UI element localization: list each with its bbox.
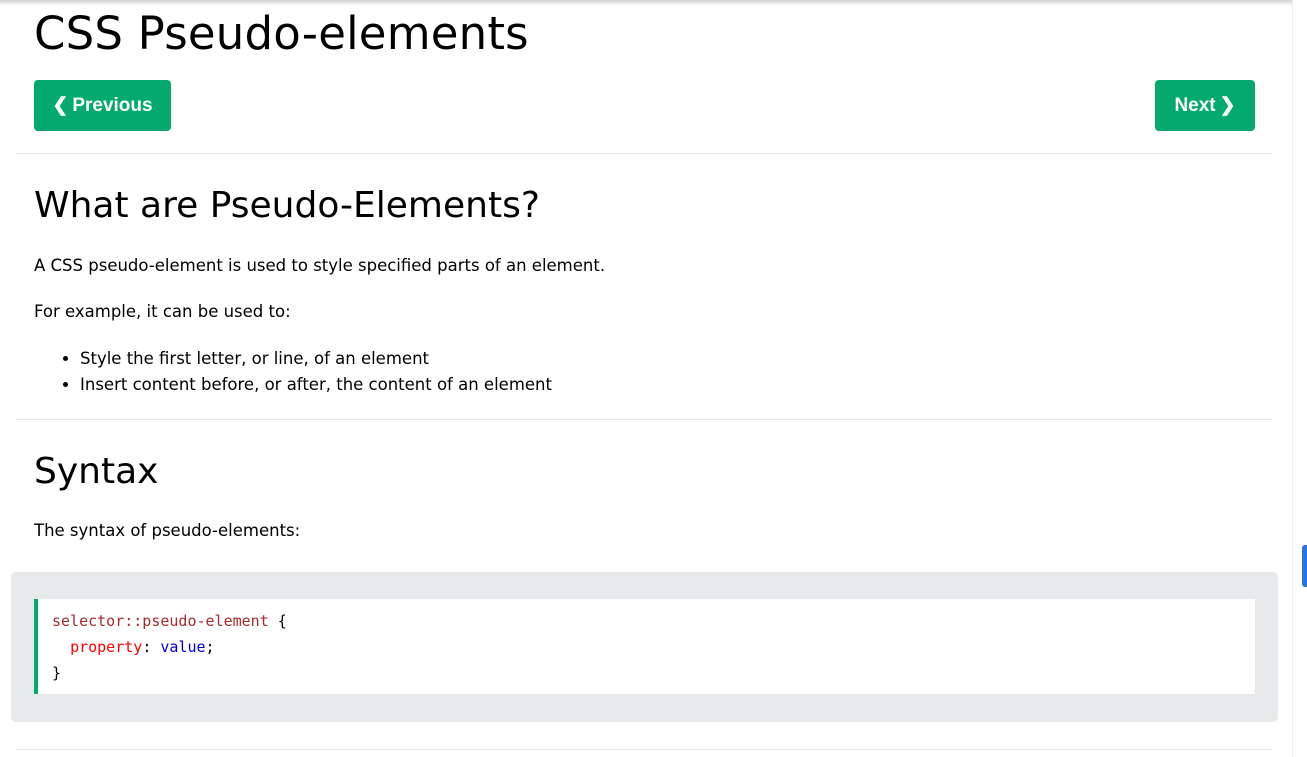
scrollbar[interactable] xyxy=(1292,0,1307,757)
code-selector: selector::pseudo-element xyxy=(52,612,269,630)
chevron-left-icon: ❮ xyxy=(52,95,69,116)
code-line: } xyxy=(52,660,1255,686)
divider xyxy=(15,749,1273,750)
code-colon: : xyxy=(142,638,161,656)
code-block: selector::pseudo-element { property: val… xyxy=(34,599,1255,694)
previous-button-label: Previous xyxy=(72,94,153,116)
list-item: Style the first letter, or line, of an e… xyxy=(80,346,552,372)
chevron-right-icon: ❯ xyxy=(1219,95,1236,116)
code-value: value xyxy=(160,638,206,656)
example-lead-paragraph: For example, it can be used to: xyxy=(34,302,291,321)
scroll-indicator[interactable] xyxy=(1302,545,1307,587)
divider xyxy=(15,153,1273,154)
section-heading-what: What are Pseudo-Elements? xyxy=(34,185,540,226)
syntax-intro-paragraph: The syntax of pseudo-elements: xyxy=(34,521,301,540)
code-open-brace: { xyxy=(268,612,287,630)
code-close-brace: } xyxy=(52,664,62,682)
section-heading-syntax: Syntax xyxy=(34,451,159,492)
page-title: CSS Pseudo-elements xyxy=(34,7,529,60)
code-line: property: value; xyxy=(52,634,1255,660)
next-button[interactable]: Next ❯ xyxy=(1155,80,1255,131)
code-semicolon: ; xyxy=(205,638,215,656)
code-property: property xyxy=(70,638,143,656)
list-item: Insert content before, or after, the con… xyxy=(80,372,552,398)
intro-paragraph: A CSS pseudo-element is used to style sp… xyxy=(34,256,606,275)
divider xyxy=(15,419,1273,420)
bullet-list: Style the first letter, or line, of an e… xyxy=(34,346,552,398)
next-button-label: Next xyxy=(1174,94,1216,116)
code-example-box: selector::pseudo-element { property: val… xyxy=(11,572,1278,722)
previous-button[interactable]: ❮ Previous xyxy=(34,80,171,131)
code-line: selector::pseudo-element { xyxy=(52,608,1255,634)
